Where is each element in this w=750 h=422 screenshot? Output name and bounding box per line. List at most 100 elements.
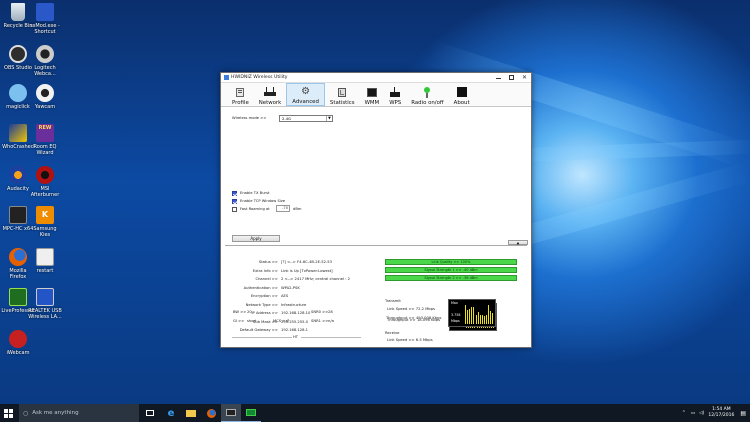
maximize-button[interactable] xyxy=(505,73,518,82)
window-title: HWIDNIZ Wireless Utility xyxy=(231,75,288,80)
tx-burst-checkbox[interactable] xyxy=(232,191,237,196)
section-divider xyxy=(225,245,527,246)
transmit-title: Transmit xyxy=(385,299,401,303)
volume-tray-icon[interactable]: ◁) xyxy=(699,411,704,416)
radio-icon xyxy=(421,87,433,98)
receive-link-speed: Link Speed >> 6.5 Mbps xyxy=(387,338,433,342)
advanced-panel: Wireless mode >> 2.4G ▼ Enable TX Burst … xyxy=(221,108,531,347)
tab-statistics[interactable]: Statistics xyxy=(325,83,360,106)
windows-logo-icon xyxy=(3,408,13,418)
status-row-label: Network Type >> xyxy=(245,302,278,307)
audacity-icon xyxy=(9,166,27,184)
graph-spike xyxy=(474,316,476,328)
transmit-graph-bars xyxy=(466,307,495,328)
tab-advanced[interactable]: ⚙ Advanced xyxy=(286,83,325,106)
webcam-icon xyxy=(36,45,54,63)
graph-spike xyxy=(482,314,484,328)
cortana-search-box[interactable]: ○ Ask me anything xyxy=(19,404,139,422)
lower-panel xyxy=(221,343,531,347)
desktop-icon-msi-afterburner[interactable]: MSI Afterburner xyxy=(27,166,63,198)
transmit-graph: Max 128.931 Kbps xyxy=(449,303,497,331)
show-hidden-icons[interactable]: ⌃ xyxy=(682,410,686,416)
about-icon xyxy=(456,87,468,98)
desktop-icon-yawcam[interactable]: Yawcam xyxy=(27,84,63,110)
msi-afterburner-icon xyxy=(36,166,54,184)
wireless-mode-select[interactable]: 2.4G ▼ xyxy=(279,115,333,122)
app-green-icon xyxy=(246,409,256,416)
window-titlebar[interactable]: HWIDNIZ Wireless Utility ✕ xyxy=(221,73,531,83)
tab-wmm[interactable]: WMM xyxy=(360,83,385,106)
desktop-icon-iwebcam[interactable]: iWebcam xyxy=(0,330,36,356)
collapse-button[interactable]: ▲ xyxy=(508,240,528,245)
fast-roaming-checkbox[interactable] xyxy=(232,207,237,212)
taskbar-firefox[interactable] xyxy=(201,404,221,422)
tab-network[interactable]: Network xyxy=(254,83,287,106)
taskbar-file-explorer[interactable] xyxy=(181,404,201,422)
link-quality-bar: Link Quality >> 100% xyxy=(385,259,517,265)
taskbar-app[interactable] xyxy=(241,404,261,422)
wmm-icon xyxy=(366,87,378,98)
tab-radio-on-off[interactable]: Radio on/off xyxy=(406,83,448,106)
fast-roaming-threshold-input[interactable]: -70 xyxy=(276,205,290,212)
fast-roaming-unit: dBm xyxy=(293,207,302,211)
desktop-wallpaper: Recycle Bin OBS Studio magiclick WhoCras… xyxy=(0,0,750,404)
fast-roaming-label: Fast Roaming at xyxy=(240,207,270,211)
taskbar-edge[interactable]: e xyxy=(161,404,181,422)
tab-wps[interactable]: WPS xyxy=(384,83,406,106)
ssmod-icon xyxy=(36,3,54,21)
status-row-value: WPA2-PSK xyxy=(281,285,300,290)
tab-about[interactable]: About xyxy=(449,83,475,106)
realtek-icon xyxy=(36,288,54,306)
desktop-icon-realtek-usb[interactable]: REALTEK USB Wireless LA... xyxy=(27,288,63,320)
clock[interactable]: 1:54 AM 12/17/2016 xyxy=(708,407,734,419)
graph-spike xyxy=(489,311,491,328)
desktop-icon-room-eq[interactable]: REW Room EQ Wizard xyxy=(27,124,63,156)
ht-label: HT xyxy=(293,335,299,339)
folder-icon xyxy=(186,409,196,417)
signal-strength-2-bar: Signal Strength 2 >> -36 dBm xyxy=(385,275,517,281)
toolbar: Profile Network ⚙ Advanced Statistics WM… xyxy=(221,83,531,107)
graph-spike xyxy=(468,314,470,328)
transmit-graph-max: Max xyxy=(452,305,459,309)
desktop-icon-ssmod[interactable]: ssMod.exe - Shortcut xyxy=(27,3,63,35)
action-center-icon[interactable]: ▤ xyxy=(740,410,746,417)
desktop-icon-logitech-webcam[interactable]: Logitech Webca... xyxy=(27,45,63,77)
wireless-utility-icon xyxy=(226,409,236,416)
status-row-label: Channel >> xyxy=(255,277,279,281)
status-row-value: 192.168.128.10 xyxy=(281,311,311,315)
status-row-label: Encryption >> xyxy=(250,294,278,298)
tcp-window-checkbox[interactable] xyxy=(232,199,237,204)
mpc-hc-icon xyxy=(9,206,27,224)
clock-date: 12/17/2016 xyxy=(708,413,735,418)
start-button[interactable] xyxy=(0,404,16,422)
transmit-link-speed: Link Speed >> 72.2 Mbps xyxy=(387,307,435,311)
taskbar: ○ Ask me anything e ⌃ ▭ ◁) 1:54 AM 12/17… xyxy=(0,404,750,422)
taskbar-wireless-utility[interactable] xyxy=(221,404,241,422)
close-button[interactable]: ✕ xyxy=(518,73,531,82)
minimize-button[interactable] xyxy=(492,73,505,82)
graph-spike xyxy=(484,316,486,328)
search-placeholder: Ask me anything xyxy=(32,410,79,416)
task-view-button[interactable] xyxy=(139,404,161,422)
obs-studio-icon xyxy=(9,45,27,63)
status-row-value: Link is Up [TxPower:Lowest] xyxy=(281,268,333,273)
graph-spike xyxy=(472,319,474,328)
ht-divider-right xyxy=(301,337,361,338)
status-row-label: Default Gateway >> xyxy=(239,328,278,332)
wps-icon xyxy=(389,87,401,98)
statistics-icon xyxy=(336,87,348,98)
graph-spike xyxy=(493,321,495,328)
desktop-icon-restart[interactable]: restart xyxy=(27,248,63,274)
gears-icon: ⚙ xyxy=(301,86,311,97)
graph-spike xyxy=(480,309,482,328)
microphone-icon: ○ xyxy=(23,409,29,417)
transmit-graph-value: 128.931 xyxy=(452,315,466,319)
graph-spike xyxy=(466,315,467,328)
apply-button[interactable]: Apply xyxy=(232,235,280,242)
network-tray-icon[interactable]: ▭ xyxy=(691,411,695,416)
desktop-icon-samsung-kies[interactable]: K Samsung Kies xyxy=(27,206,63,238)
kies-icon: K xyxy=(36,206,54,224)
status-row-value: 192.168.128.1 xyxy=(281,328,308,332)
tab-profile[interactable]: Profile xyxy=(227,83,254,106)
status-row-value: AES xyxy=(281,294,289,298)
